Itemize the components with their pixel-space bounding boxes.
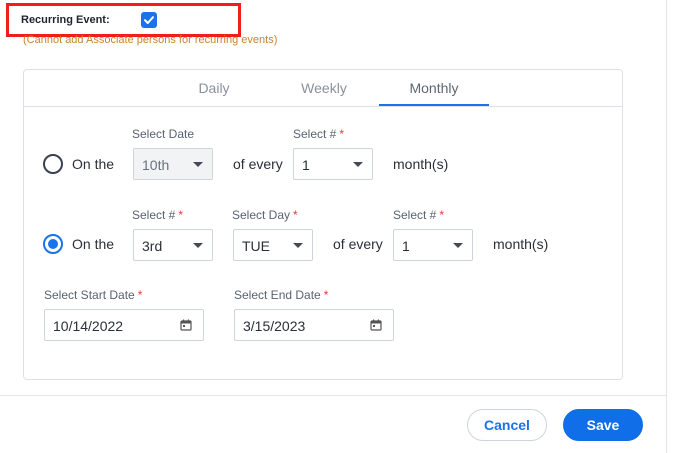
select-number-value-2: 1 [402,238,410,254]
option-by-day-radio[interactable] [43,234,63,254]
start-date-input[interactable]: 10/14/2022 [44,309,204,341]
recurring-event-label: Recurring Event: [21,14,110,26]
option-by-date-radio[interactable] [43,154,63,174]
select-ordinal-dropdown[interactable]: 3rd [133,229,213,261]
select-date-label: Select Date [132,127,195,141]
option-by-day-of-every: of every [333,236,383,252]
end-date-value: 3/15/2023 [243,318,306,334]
caret-down-icon [193,243,203,248]
caret-down-icon [193,162,203,167]
select-number-dropdown-1[interactable]: 1 [293,148,373,180]
select-day-label: Select Day * [232,208,298,222]
select-day-dropdown[interactable]: TUE [233,229,313,261]
recurrence-tabs: Daily Weekly Monthly [24,70,622,107]
end-date-label: Select End Date * [234,288,329,302]
active-tab-indicator [379,104,489,106]
option-by-day-prefix: On the [72,236,115,252]
calendar-icon[interactable] [370,319,382,331]
cancel-button[interactable]: Cancel [467,409,547,441]
start-date-value: 10/14/2022 [53,318,124,334]
panel-right-border [666,0,667,453]
calendar-icon[interactable] [180,319,192,331]
select-ordinal-label: Select # * [132,208,184,222]
option-by-date-suffix: month(s) [393,156,449,172]
select-number-label-2: Select # * [393,208,445,222]
select-number-value-1: 1 [302,157,310,173]
save-button[interactable]: Save [563,409,643,441]
option-by-date-of-every: of every [233,156,283,172]
select-date-value: 10th [142,157,170,173]
select-number-dropdown-2[interactable]: 1 [393,229,473,261]
select-ordinal-value: 3rd [142,238,163,254]
caret-down-icon [453,243,463,248]
checkmark-icon [144,16,154,24]
caret-down-icon [293,243,303,248]
option-by-date-prefix: On the [72,156,115,172]
footer-divider [0,395,666,396]
select-number-label-1: Select # * [293,127,345,141]
end-date-input[interactable]: 3/15/2023 [234,309,394,341]
select-date-dropdown[interactable]: 10th [133,148,213,180]
caret-down-icon [353,162,363,167]
tab-weekly[interactable]: Weekly [289,80,359,96]
tab-monthly[interactable]: Monthly [394,80,474,96]
select-day-value: TUE [242,238,270,254]
option-by-day-suffix: month(s) [493,236,549,252]
tab-daily[interactable]: Daily [184,80,244,96]
start-date-label: Select Start Date * [44,288,143,302]
recurring-note: (Cannot add Associate persons for recurr… [23,34,278,46]
recurring-event-checkbox[interactable] [141,12,157,28]
